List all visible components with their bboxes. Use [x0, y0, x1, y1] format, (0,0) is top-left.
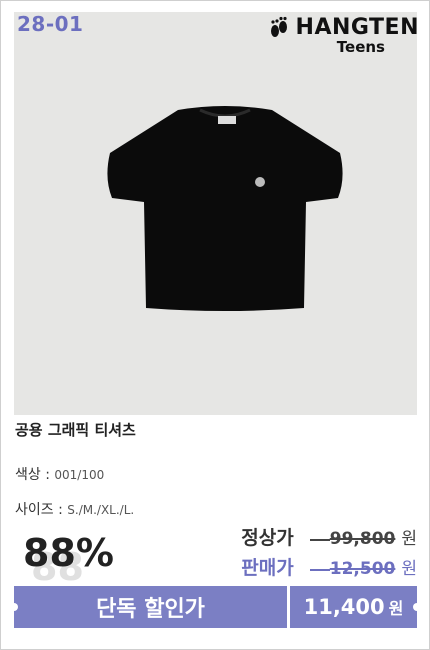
size-label: 사이즈 : [15, 502, 63, 518]
exclusive-price: 11,400 [303, 595, 385, 619]
sale-price-label: 판매가 [241, 557, 294, 579]
brand-logo: HANGTEN Teens [268, 15, 419, 56]
product-code: 28-01 [17, 12, 84, 36]
sale-price-unit: 원 [401, 559, 417, 579]
color-value: 001/100 [54, 468, 105, 482]
exclusive-price-bar[interactable]: 단독 할인가 11,400 원 [10, 586, 421, 628]
size-option: 사이즈 : S./M./XL./L. [15, 499, 134, 519]
product-title[interactable]: 공용 그래픽 티셔츠 [15, 419, 136, 440]
exclusive-price-unit: 원 [388, 599, 404, 618]
sale-price-row: 판매가 12,500 원 [241, 553, 417, 580]
color-option: 색상 : 001/100 [15, 464, 104, 484]
sale-price: 12,500 [309, 559, 395, 579]
regular-price: 99,800 [309, 529, 395, 549]
tshirt-image [107, 106, 343, 311]
discount-rate: 88% [23, 531, 114, 575]
product-card[interactable]: 28-01 HANGTEN Teens 공용 그래픽 티셔츠 색상 : 001/… [0, 0, 430, 650]
brand-name: HANGTEN [295, 15, 419, 40]
regular-price-row: 정상가 99,800 원 [241, 523, 417, 550]
size-value: S./M./XL./L. [67, 503, 135, 517]
footprint-icon [270, 16, 287, 37]
product-image[interactable] [14, 12, 417, 415]
right-notch [413, 603, 421, 611]
exclusive-label: 단독 할인가 [96, 597, 205, 622]
brand-sub: Teens [336, 38, 385, 56]
regular-price-unit: 원 [401, 529, 417, 549]
regular-price-label: 정상가 [241, 527, 294, 549]
exclusive-price-box[interactable]: 11,400 원 [290, 586, 421, 628]
color-label: 색상 : [15, 467, 50, 483]
exclusive-label-box[interactable]: 단독 할인가 [10, 586, 287, 628]
left-notch [10, 603, 18, 611]
